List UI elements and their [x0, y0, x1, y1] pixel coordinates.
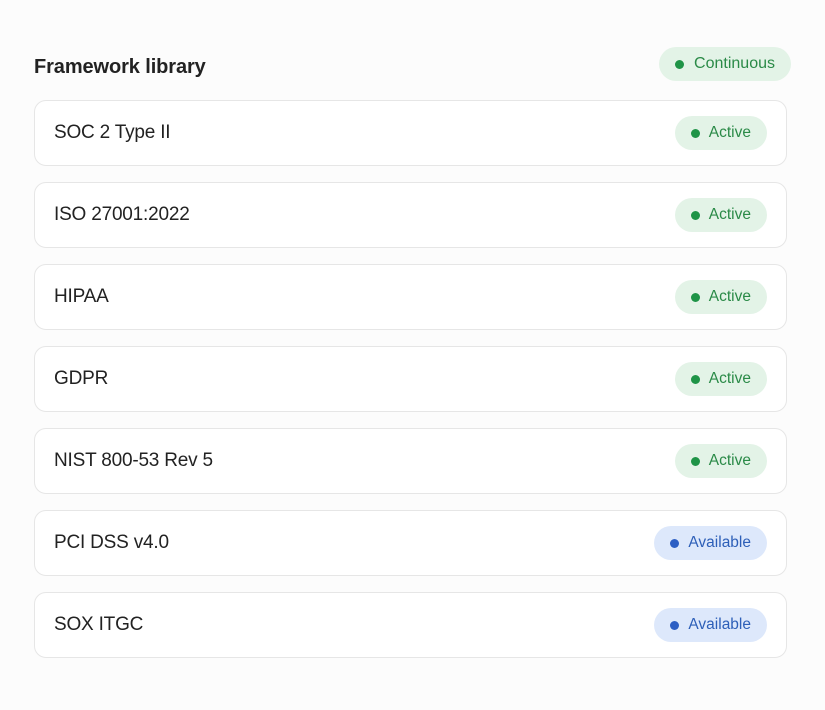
framework-row-hipaa[interactable]: HIPAA Active [34, 264, 787, 330]
status-badge: Available [654, 608, 767, 642]
status-label: Active [708, 452, 751, 469]
framework-name: PCI DSS v4.0 [54, 532, 169, 553]
framework-name: HIPAA [54, 286, 109, 307]
framework-name: ISO 27001:2022 [54, 204, 190, 225]
status-label: Active [708, 124, 751, 141]
status-dot-icon [670, 620, 680, 630]
card-header: Framework library Continuous [34, 46, 791, 92]
status-dot-icon [690, 456, 700, 466]
framework-row-sox-itgc[interactable]: SOX ITGC Available [34, 592, 787, 658]
framework-name: SOC 2 Type II [54, 122, 171, 143]
status-dot-icon [690, 128, 700, 138]
framework-row-gdpr[interactable]: GDPR Active [34, 346, 787, 412]
status-label: Active [708, 288, 751, 305]
status-badge: Active [674, 280, 767, 314]
status-dot-icon [675, 59, 685, 69]
status-badge: Active [674, 116, 767, 150]
status-dot-icon [690, 292, 700, 302]
framework-name: NIST 800-53 Rev 5 [54, 450, 213, 471]
framework-row-pci-dss[interactable]: PCI DSS v4.0 Available [34, 510, 787, 576]
framework-name: GDPR [54, 368, 109, 389]
status-label: Active [708, 370, 751, 387]
status-badge: Active [674, 198, 767, 232]
status-dot-icon [670, 538, 680, 548]
framework-row-nist[interactable]: NIST 800-53 Rev 5 Active [34, 428, 787, 494]
status-badge: Available [654, 526, 767, 560]
framework-list: SOC 2 Type II Active ISO 27001:2022 Acti… [34, 100, 787, 658]
status-badge: Active [674, 444, 767, 478]
status-label: Available [688, 616, 751, 633]
status-label: Available [688, 534, 751, 551]
framework-row-soc2[interactable]: SOC 2 Type II Active [34, 100, 787, 166]
continuous-status-label: Continuous [694, 55, 775, 72]
status-badge: Active [674, 362, 767, 396]
framework-library-card: Framework library Continuous SOC 2 Type … [0, 0, 825, 710]
status-dot-icon [690, 374, 700, 384]
framework-name: SOX ITGC [54, 614, 144, 635]
status-label: Active [708, 206, 751, 223]
card-title: Framework library [34, 56, 206, 78]
framework-row-iso27001[interactable]: ISO 27001:2022 Active [34, 182, 787, 248]
continuous-status-badge: Continuous [659, 47, 791, 81]
status-dot-icon [690, 210, 700, 220]
